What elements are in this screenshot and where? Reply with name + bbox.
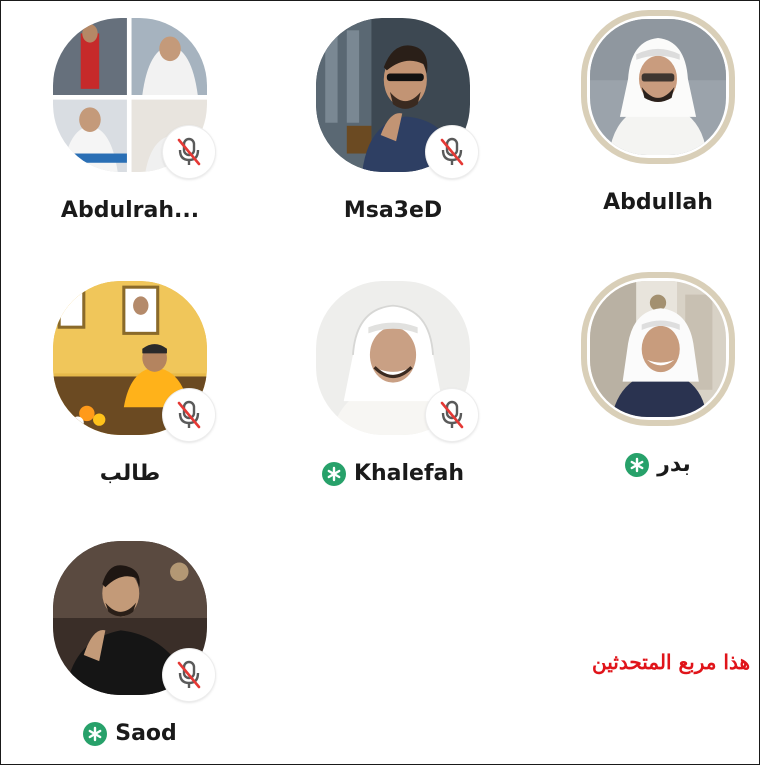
avatar-container[interactable] (316, 18, 478, 178)
speaker-name-row: بدر (558, 452, 758, 477)
speaker-tile-badr[interactable]: بدر (558, 272, 758, 502)
speaker-name: Abdulrah... (60, 198, 200, 223)
speaker-tile-khalefah[interactable]: Khalefah (293, 281, 493, 511)
mute-badge (163, 649, 215, 701)
speaker-name-row: Saod (30, 721, 230, 746)
microphone-muted-icon (177, 660, 201, 689)
speaker-tile-talib[interactable]: طالب (30, 281, 230, 511)
avatar-container[interactable] (53, 541, 215, 701)
avatar[interactable] (581, 272, 735, 426)
mute-badge (163, 126, 215, 178)
speaker-name-row: Abdullah (558, 190, 758, 215)
speaker-name: Abdullah (603, 190, 713, 215)
mute-badge (426, 389, 478, 441)
speaker-name-row: Khalefah (293, 461, 493, 486)
speaker-name-row: Abdulrah... (30, 198, 230, 223)
microphone-muted-icon (177, 400, 201, 429)
avatar-container[interactable] (581, 272, 735, 426)
speaker-tile-abdullah[interactable]: Abdullah (558, 10, 758, 240)
speaker-name-row: طالب (30, 461, 230, 486)
microphone-muted-icon (177, 137, 201, 166)
mute-badge (426, 126, 478, 178)
avatar[interactable] (581, 10, 735, 164)
avatar-container[interactable] (581, 10, 735, 164)
avatar-photo-abdullah (590, 19, 726, 155)
mute-badge (163, 389, 215, 441)
speaker-tile-saod[interactable]: Saod (30, 541, 230, 771)
avatar-container[interactable] (316, 281, 478, 441)
speaker-name: Saod (115, 721, 177, 746)
new-member-badge (321, 461, 346, 486)
microphone-muted-icon (440, 400, 464, 429)
speaker-name-row: Msa3eD (293, 198, 493, 223)
speaker-name: بدر (657, 452, 691, 477)
speaker-name: Msa3eD (343, 198, 443, 223)
asterisk-badge-icon (327, 466, 341, 481)
speaker-tile-msa3ed[interactable]: Msa3eD (293, 18, 493, 248)
new-member-badge (83, 721, 108, 746)
new-member-badge (625, 452, 650, 477)
asterisk-badge-icon (630, 457, 644, 472)
asterisk-badge-icon (88, 726, 102, 741)
avatar-container[interactable] (53, 281, 215, 441)
avatar-container[interactable] (53, 18, 215, 178)
speaker-name: طالب (99, 461, 161, 486)
microphone-muted-icon (440, 137, 464, 166)
speakers-area-annotation: هذا مربع المتحدثين (592, 650, 750, 674)
avatar-photo-badr (590, 281, 726, 417)
speaker-tile-abdulrah[interactable]: Abdulrah... (30, 18, 230, 248)
speaker-name: Khalefah (353, 461, 465, 486)
